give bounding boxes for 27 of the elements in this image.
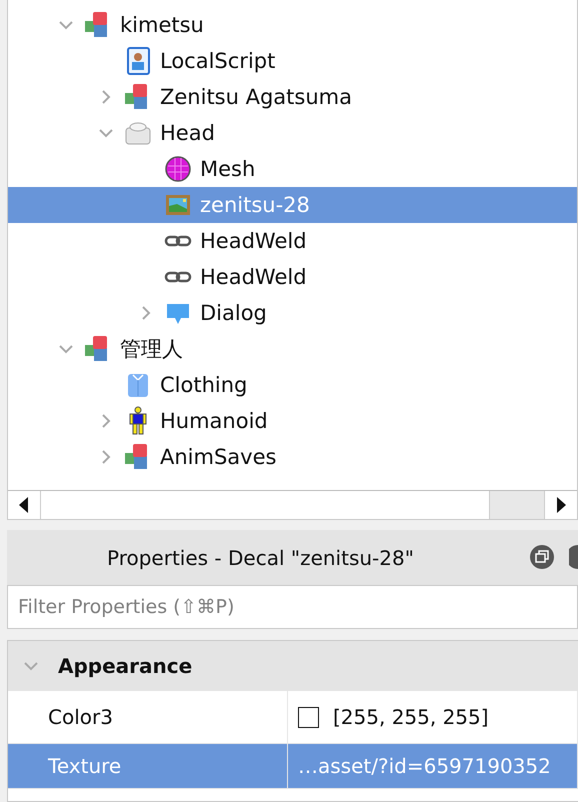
property-row[interactable]: Color3 [255, 255, 255] [8,691,578,744]
tree-item[interactable]: LocalScript [8,43,577,79]
filter-field[interactable]: Filter Properties (⇧⌘P) [7,585,578,629]
tree-item[interactable]: HeadWeld [8,223,577,259]
color-swatch[interactable] [298,706,319,728]
property-name: Color3 [8,691,288,743]
tree-item[interactable]: HeadWeld [8,259,577,295]
group-header[interactable]: Appearance [8,641,578,691]
right-arrow-icon[interactable] [555,497,567,513]
tree-item[interactable]: Humanoid [8,403,577,439]
tree-item[interactable]: AnimSaves [8,439,577,475]
tree-item[interactable]: Mesh [8,151,577,187]
value-text: …asset/?id=6597190352 [298,754,551,778]
left-arrow-icon[interactable] [18,497,30,513]
tree-item[interactable]: Head [8,115,577,151]
tree-item[interactable]: 管理人 [8,331,577,367]
tree-item[interactable]: Zenitsu Agatsuma [8,79,577,115]
horizontal-scrollbar[interactable] [8,490,577,519]
property-name: Texture [8,744,288,788]
scrollbar-thumb[interactable] [489,491,544,519]
restore-icon[interactable] [529,544,555,570]
tree-item[interactable]: Dialog [8,295,577,331]
tree-item[interactable]: Clothing [8,367,577,403]
value-text: [255, 255, 255] [333,705,489,729]
tree-item[interactable]: kimetsu [8,7,577,43]
panel-title: Properties - Decal "zenitsu-28" [107,546,414,570]
sphere-icon [163,154,193,184]
